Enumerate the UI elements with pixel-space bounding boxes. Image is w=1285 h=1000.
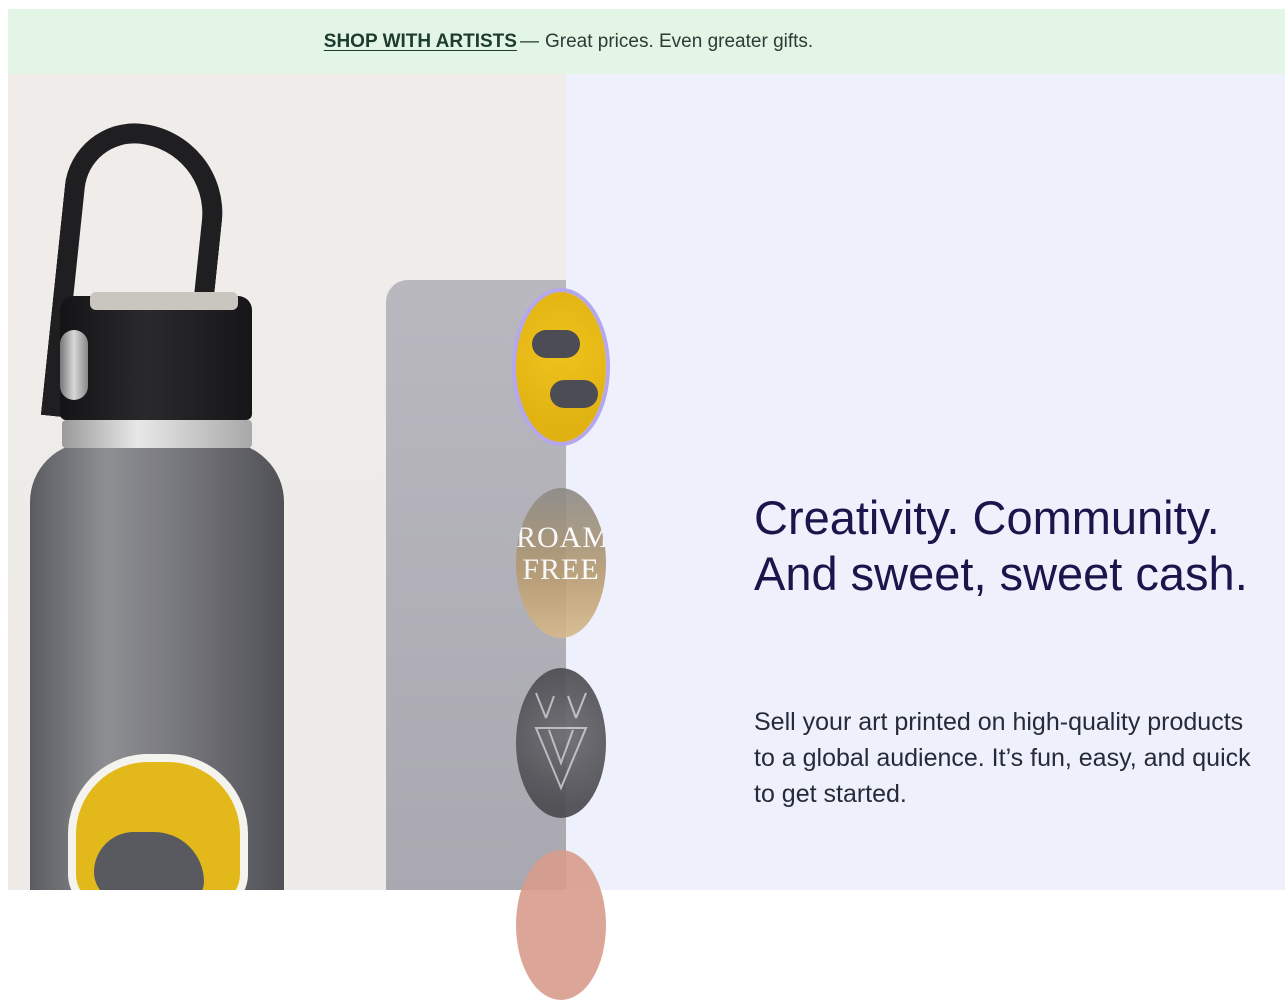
- badger-illustration: [94, 832, 204, 890]
- shop-with-artists-link[interactable]: SHOP WITH ARTISTS: [324, 31, 517, 52]
- roam-free-text: ROAM FREE: [516, 521, 606, 586]
- hero-content: Creativity. Community. And sweet, sweet c…: [566, 74, 1285, 890]
- deer-icon: [534, 692, 588, 791]
- hero-section: Creativity. Community. And sweet, sweet c…: [8, 74, 1285, 1000]
- badger-illustration: [550, 380, 598, 408]
- hero-headline: Creativity. Community. And sweet, sweet c…: [754, 490, 1274, 602]
- badger-illustration: [532, 330, 580, 358]
- promo-banner: SHOP WITH ARTISTS — Great prices. Even gre…: [8, 9, 1285, 74]
- design-swatch-badger-floral[interactable]: [516, 292, 606, 442]
- promo-text: Great prices. Even greater gifts.: [544, 30, 814, 52]
- promo-dash: —: [519, 30, 539, 52]
- hero-product-image: [8, 74, 566, 890]
- hero-subtext: Sell your art printed on high-quality pr…: [754, 708, 1251, 808]
- water-bottle-ring: [62, 420, 252, 448]
- design-swatch-pink-floral[interactable]: [516, 850, 606, 1000]
- headline-line-2: And sweet, sweet cash.: [754, 547, 1248, 600]
- badger-sticker-on-bottle: [68, 754, 248, 890]
- water-bottle-cap: [60, 296, 252, 420]
- design-swatch-geometric-deer[interactable]: [516, 668, 606, 818]
- water-bottle-knob: [60, 330, 88, 400]
- design-swatch-roam-free[interactable]: ROAM FREE: [516, 488, 606, 638]
- headline-line-1: Creativity. Community.: [754, 491, 1220, 544]
- water-bottle-cap-top: [90, 292, 238, 310]
